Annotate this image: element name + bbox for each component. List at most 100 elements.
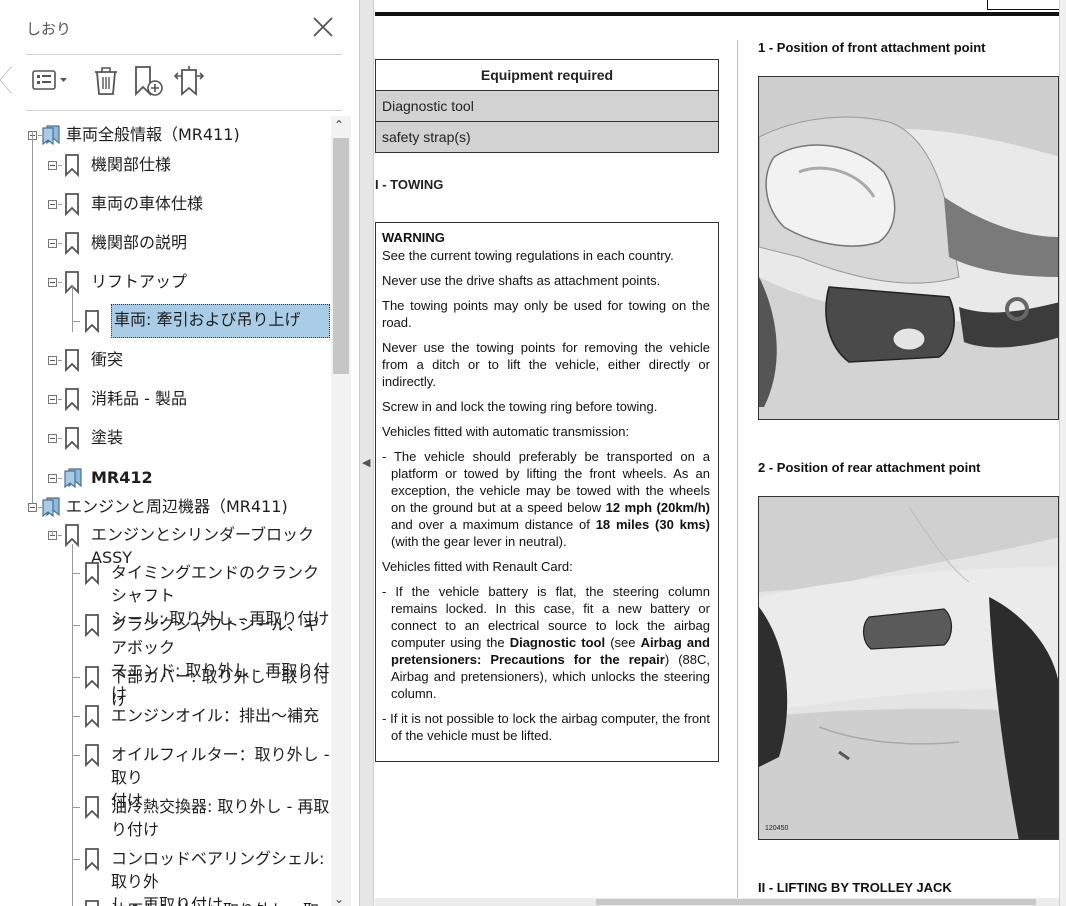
scroll-up-icon[interactable]: ⌃ bbox=[334, 118, 344, 132]
expand-toggle-icon[interactable] bbox=[48, 395, 57, 404]
warning-text: Vehicles fitted with Renault Card: bbox=[382, 559, 573, 574]
warning-text: - The vehicle should preferably be trans… bbox=[382, 449, 711, 549]
warning-box: WARNING See the current towing regulatio… bbox=[375, 222, 719, 762]
bookmark-item[interactable]: 車両全般情報（MR411) bbox=[0, 122, 332, 148]
bookmark-item[interactable]: 車両の車体仕様 bbox=[0, 191, 332, 217]
bookmark-item[interactable]: 油冷熱交換器: 取り外し - 再取 り付け bbox=[0, 794, 332, 840]
bookmark-label: 消耗品 - 製品 bbox=[91, 387, 187, 410]
bookmark-label-line: 消耗品 - 製品 bbox=[91, 389, 187, 408]
bookmark-icon bbox=[62, 153, 82, 183]
bookmark-item[interactable]: 塗装 bbox=[0, 425, 332, 451]
add-bookmark-icon bbox=[135, 66, 163, 97]
page-header-box bbox=[987, 0, 1059, 10]
equipment-table: Equipment required Diagnostic tool safet… bbox=[375, 59, 719, 153]
warning-title: WARNING bbox=[382, 230, 445, 245]
tree-connector bbox=[72, 286, 73, 332]
divider bbox=[26, 110, 342, 111]
bookmark-item[interactable]: タイミングエンドのクランクシャフト シール: 取り外し - 再取り付け bbox=[0, 560, 332, 628]
warning-text: Screw in and lock the towing ring before… bbox=[382, 399, 658, 414]
column-divider bbox=[737, 40, 738, 906]
multi-bookmark-icon bbox=[62, 466, 84, 494]
front-attachment-photo bbox=[758, 76, 1059, 420]
bookmark-label-selected: 車両: 牽引および吊り上げ bbox=[111, 304, 330, 338]
divider bbox=[26, 54, 342, 55]
right-edge-strip bbox=[1059, 0, 1066, 906]
bookmark-item[interactable]: 車両: 牽引および吊り上げ bbox=[0, 304, 332, 338]
bookmark-label: エンジンオイル：排出～補充 bbox=[111, 704, 319, 727]
bookmark-label-line: 車両全般情報（MR411) bbox=[66, 125, 240, 144]
bookmark-item[interactable]: 油圧センサー：取り外し - 取り bbox=[0, 898, 332, 906]
panel-splitter[interactable] bbox=[360, 0, 374, 906]
bookmark-item[interactable]: エンジンと周辺機器（MR411) bbox=[0, 494, 332, 520]
expand-toggle-icon[interactable] bbox=[48, 356, 57, 365]
bookmark-label: 塗装 bbox=[91, 426, 123, 449]
collapse-panel-icon[interactable]: ◀ bbox=[362, 456, 370, 469]
bookmark-label-line: り付け bbox=[111, 820, 160, 839]
bookmark-label-line: 油冷熱交換器: 取り外し - 再取 bbox=[111, 797, 330, 816]
bookmark-item[interactable]: 衝突 bbox=[0, 347, 332, 373]
tree-connector bbox=[52, 531, 53, 536]
bookmark-label-line: MR412 bbox=[91, 468, 153, 487]
bookmark-icon bbox=[62, 231, 82, 261]
bookmark-icon bbox=[62, 192, 82, 222]
expand-toggle-icon[interactable] bbox=[48, 434, 57, 443]
bookmark-label: エンジンと周辺機器（MR411) bbox=[66, 495, 288, 518]
bookmark-item[interactable]: エンジンオイル：排出～補充 bbox=[0, 703, 332, 729]
delete-bookmark-button[interactable] bbox=[90, 64, 122, 98]
bookmark-label-line: 機関部の説明 bbox=[91, 233, 188, 252]
bookmark-tree: 車両全般情報（MR411) 機関部仕様車両の車体仕様 機関部の説明 リフトアップ車両:… bbox=[0, 116, 332, 906]
tree-connector bbox=[32, 131, 33, 503]
bookmark-item[interactable]: エンジンとシリンダーブロックASSY bbox=[0, 522, 332, 567]
section-heading-lifting: II - LIFTING BY TROLLEY JACK bbox=[758, 880, 952, 895]
horizontal-scrollbar-thumb[interactable] bbox=[596, 899, 1036, 905]
bookmark-label-line: 車両の車体仕様 bbox=[91, 194, 204, 213]
bookmark-label: 車両の車体仕様 bbox=[91, 192, 203, 215]
new-bookmark-button[interactable] bbox=[132, 64, 164, 98]
bookmark-label-line: リフトアップ bbox=[91, 272, 188, 291]
bookmark-item[interactable]: コンロッドベアリングシェル: 取り外し - 再取り付け bbox=[0, 846, 332, 906]
bookmark-label: 車両全般情報（MR411) bbox=[66, 123, 240, 146]
bookmark-label: 機関部仕様 bbox=[91, 153, 171, 176]
expand-toggle-icon[interactable] bbox=[48, 278, 57, 287]
document-page: Equipment required Diagnostic tool safet… bbox=[375, 0, 1059, 906]
expand-bookmark-button[interactable] bbox=[172, 64, 206, 98]
bookmark-label-line: エンジンオイル：排出～補充 bbox=[111, 706, 320, 725]
bookmark-label: 衝突 bbox=[91, 348, 123, 371]
bookmark-item[interactable]: 消耗品 - 製品 bbox=[0, 386, 332, 412]
bookmark-label: 機関部の説明 bbox=[91, 231, 187, 254]
bookmark-label-line: エンジンと周辺機器（MR411) bbox=[66, 497, 288, 516]
expand-toggle-icon[interactable] bbox=[48, 161, 57, 170]
scrollbar-thumb[interactable] bbox=[333, 138, 349, 374]
bookmark-icon bbox=[62, 426, 82, 456]
bookmark-icon bbox=[82, 847, 102, 877]
bookmark-icon bbox=[82, 613, 102, 643]
bookmark-label-line: 塗装 bbox=[91, 428, 124, 447]
bookmark-label-line: 車両: 牽引および吊り上げ bbox=[114, 310, 301, 329]
expand-toggle-icon[interactable] bbox=[48, 200, 57, 209]
bookmark-icon bbox=[82, 899, 102, 906]
bookmark-item[interactable]: 機関部仕様 bbox=[0, 152, 332, 178]
options-menu-button[interactable] bbox=[30, 64, 70, 98]
bookmark-item[interactable]: 下部カバー: 取り外し - 取り付け bbox=[0, 664, 332, 709]
warning-text: Vehicles fitted with automatic transmiss… bbox=[382, 424, 630, 439]
warning-text: - If it is not possible to lock the airb… bbox=[382, 711, 710, 743]
bookmark-icon bbox=[82, 795, 102, 825]
expand-toggle-icon[interactable] bbox=[48, 474, 57, 483]
section-heading-towing: I - TOWING bbox=[375, 177, 444, 192]
bookmark-label-line: 衝突 bbox=[91, 350, 124, 369]
close-icon[interactable] bbox=[310, 14, 336, 40]
bookmark-item[interactable]: オイルフィルター：取り外し - 取り 付け bbox=[0, 742, 332, 810]
bookmark-item[interactable]: リフトアップ bbox=[0, 269, 332, 295]
tree-connector bbox=[72, 544, 73, 906]
expand-toggle-icon[interactable] bbox=[48, 239, 57, 248]
scroll-down-icon[interactable]: ⌄ bbox=[334, 892, 344, 906]
bookmark-item[interactable]: MR412 bbox=[0, 465, 332, 491]
bookmark-item[interactable]: 機関部の説明 bbox=[0, 230, 332, 256]
expand-toggle-icon[interactable] bbox=[28, 503, 37, 512]
bookmark-expand-icon bbox=[173, 66, 205, 96]
warning-text: The towing points may only be used for t… bbox=[382, 298, 710, 330]
bookmark-item[interactable]: クランクシャフトシール、ギアボック スエンド: 取り外し - 再取り付け bbox=[0, 612, 332, 703]
figure-caption: 2 - Position of rear attachment point bbox=[758, 460, 981, 475]
bookmark-icon bbox=[82, 309, 102, 339]
trash-icon bbox=[95, 67, 117, 95]
